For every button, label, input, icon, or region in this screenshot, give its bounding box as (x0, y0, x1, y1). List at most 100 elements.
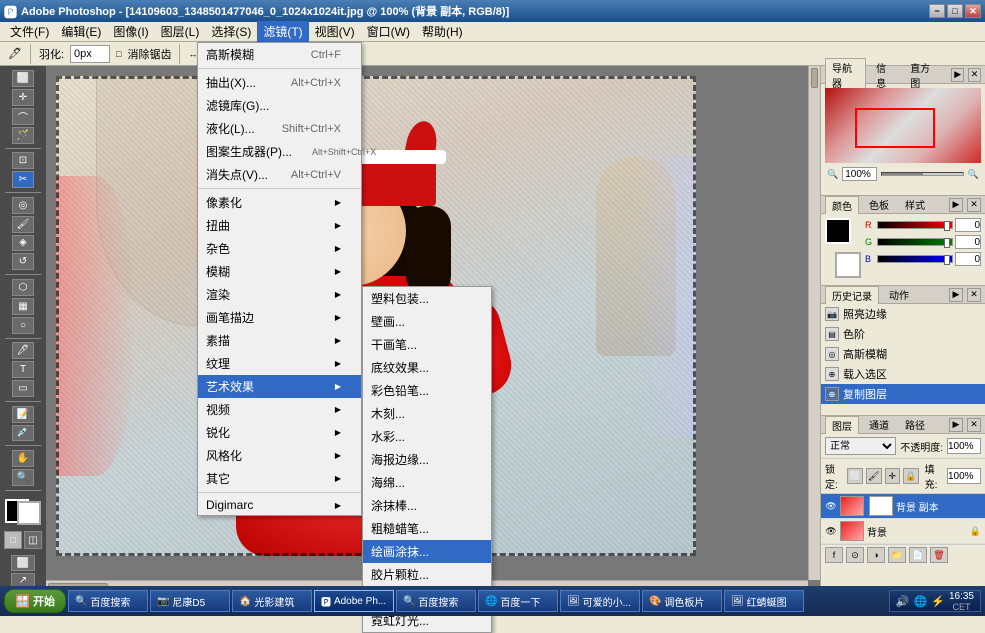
r-slider-track[interactable] (877, 221, 953, 229)
tool-dodge[interactable]: ○ (12, 317, 34, 334)
history-item-2[interactable]: ◎ 高斯模糊 (821, 344, 985, 364)
artistic-item-plastic[interactable]: 塑料包装... (363, 287, 491, 310)
artistic-item-smudge[interactable]: 涂抹棒... (363, 494, 491, 517)
artistic-item-drbrush[interactable]: 干画笔... (363, 333, 491, 356)
zoom-slider[interactable] (881, 172, 964, 176)
filter-item-gaussblur[interactable]: 高斯模糊 Ctrl+F (198, 43, 361, 66)
background-color[interactable] (17, 501, 41, 525)
standard-mode[interactable]: □ (4, 531, 22, 549)
menu-file[interactable]: 文件(F) (4, 21, 55, 42)
zoom-input[interactable] (842, 167, 877, 181)
layer-eye-0[interactable]: 👁 (825, 500, 837, 512)
history-tab-history[interactable]: 历史记录 (825, 286, 879, 304)
filter-item-distort[interactable]: 扭曲 (198, 214, 361, 237)
filter-item-vanish[interactable]: 消失点(V)... Alt+Ctrl+V (198, 163, 361, 186)
artistic-item-filmgrain[interactable]: 胶片颗粒... (363, 563, 491, 586)
bg-color-box[interactable] (835, 252, 861, 278)
artistic-item-paintdaub[interactable]: 绘画涂抹... (363, 540, 491, 563)
layers-panel-menu[interactable]: ▶ (949, 418, 963, 432)
maximize-button[interactable]: □ (947, 4, 963, 18)
tool-text[interactable]: T (12, 361, 34, 378)
taskbar-item-baidusearch1[interactable]: 🔍 百度搜索 (68, 590, 148, 612)
start-button[interactable]: 🪟 开始 (4, 589, 66, 613)
tool-eyedropper[interactable]: 💉 (12, 425, 34, 442)
menu-layer[interactable]: 图层(L) (155, 21, 206, 42)
taskbar-item-cute[interactable]: 🖼 可爱的小... (560, 590, 640, 612)
filter-item-extract[interactable]: 抽出(X)... Alt+Ctrl+X (198, 71, 361, 94)
lock-transparent[interactable]: ⬜ (847, 468, 863, 484)
tool-path[interactable]: 🖊 (12, 342, 34, 359)
tool-gradient[interactable]: ▦ (12, 298, 34, 315)
tool-history-brush[interactable]: ↺ (12, 253, 34, 270)
filter-item-render[interactable]: 渲染 (198, 283, 361, 306)
filter-item-brushstrokes[interactable]: 画笔描边 (198, 306, 361, 329)
tool-marquee[interactable]: ⬜ (12, 70, 34, 87)
tool-shape[interactable]: ▭ (12, 380, 34, 397)
opacity-input[interactable] (947, 438, 981, 454)
filter-item-gallery[interactable]: 滤镜库(G)... (198, 94, 361, 117)
lock-position[interactable]: ✛ (885, 468, 901, 484)
nav-panel-close[interactable]: ✕ (968, 68, 981, 82)
tool-brush[interactable]: 🖌 (12, 216, 34, 233)
artistic-item-watercolor[interactable]: 水彩... (363, 425, 491, 448)
color-panel-menu[interactable]: ▶ (949, 198, 963, 212)
b-slider-thumb[interactable] (944, 255, 950, 265)
close-button[interactable]: ✕ (965, 4, 981, 18)
screen-mode[interactable]: ⬜ (11, 555, 35, 570)
tool-move[interactable]: ✛ (12, 89, 34, 106)
taskbar-item-nikon[interactable]: 📷 尼康D5 (150, 590, 230, 612)
menu-window[interactable]: 窗口(W) (361, 21, 416, 42)
filter-item-artistic[interactable]: 艺术效果 (198, 375, 361, 398)
taskbar-item-arch[interactable]: 🏠 光影建筑 (232, 590, 312, 612)
filter-item-digimarc[interactable]: Digimarc (198, 495, 361, 515)
scrollbar-v-thumb[interactable] (811, 68, 818, 88)
tool-notes[interactable]: 📝 (12, 406, 34, 423)
tool-healing[interactable]: ◎ (12, 197, 34, 214)
tool-eraser[interactable]: ⬡ (12, 279, 34, 296)
history-item-3[interactable]: ⊕ 载入选区 (821, 364, 985, 384)
artistic-item-colorpencil[interactable]: 彩色铅笔... (363, 379, 491, 402)
taskbar-item-baidusearch2[interactable]: 🔍 百度搜索 (396, 590, 476, 612)
nav-tab-histogram[interactable]: 直方图 (904, 59, 943, 91)
b-slider-track[interactable] (877, 255, 953, 263)
tool-lasso[interactable]: ⌒ (12, 108, 34, 125)
tool-crop[interactable]: ⊡ (12, 152, 34, 169)
taskbar-item-baidu[interactable]: 🌐 百度一下 (478, 590, 558, 612)
tool-stamp[interactable]: ◈ (12, 235, 34, 252)
filter-item-pixelate[interactable]: 像素化 (198, 191, 361, 214)
filter-item-noise[interactable]: 杂色 (198, 237, 361, 260)
layer-adjustment-btn[interactable]: ◑ (867, 547, 885, 563)
layer-eye-1[interactable]: 👁 (825, 525, 837, 537)
tool-magic-wand[interactable]: 🪄 (12, 127, 34, 144)
artistic-item-woodcut[interactable]: 木刻... (363, 402, 491, 425)
g-slider-track[interactable] (877, 238, 953, 246)
layers-tab-layers[interactable]: 图层 (825, 416, 859, 434)
r-value[interactable] (955, 218, 981, 232)
history-panel-close[interactable]: ✕ (967, 288, 981, 302)
quickmask-mode[interactable]: ◫ (24, 531, 42, 549)
tool-zoom[interactable]: 🔍 (12, 469, 34, 486)
feather-input[interactable] (70, 45, 110, 63)
color-panel-close[interactable]: ✕ (967, 198, 981, 212)
g-slider-thumb[interactable] (944, 238, 950, 248)
b-value[interactable] (955, 252, 981, 266)
menu-help[interactable]: 帮助(H) (416, 21, 469, 42)
layers-tab-paths[interactable]: 路径 (899, 416, 931, 433)
history-item-4[interactable]: ⊕ 复制图层 (821, 384, 985, 404)
nav-viewport-box[interactable] (855, 108, 935, 148)
history-tab-actions[interactable]: 动作 (883, 286, 915, 303)
taskbar-item-palette[interactable]: 🎨 调色板片 (642, 590, 722, 612)
nav-tab-info[interactable]: 信息 (870, 59, 900, 91)
taskbar-item-photoshop[interactable]: 🅿 Adobe Ph... (314, 590, 394, 612)
menu-image[interactable]: 图像(I) (107, 21, 154, 42)
g-value[interactable] (955, 235, 981, 249)
scrollbar-vertical[interactable] (808, 66, 820, 580)
lock-pixels[interactable]: 🖌 (866, 468, 882, 484)
lock-all[interactable]: 🔒 (903, 468, 919, 484)
filter-item-sketch[interactable]: 素描 (198, 329, 361, 352)
artistic-item-sponge[interactable]: 海绵... (363, 471, 491, 494)
layer-item-0[interactable]: 👁 背景 副本 (821, 494, 985, 519)
history-panel-menu[interactable]: ▶ (949, 288, 963, 302)
menu-view[interactable]: 视图(V) (309, 21, 361, 42)
layer-new-btn[interactable]: 📄 (909, 547, 927, 563)
